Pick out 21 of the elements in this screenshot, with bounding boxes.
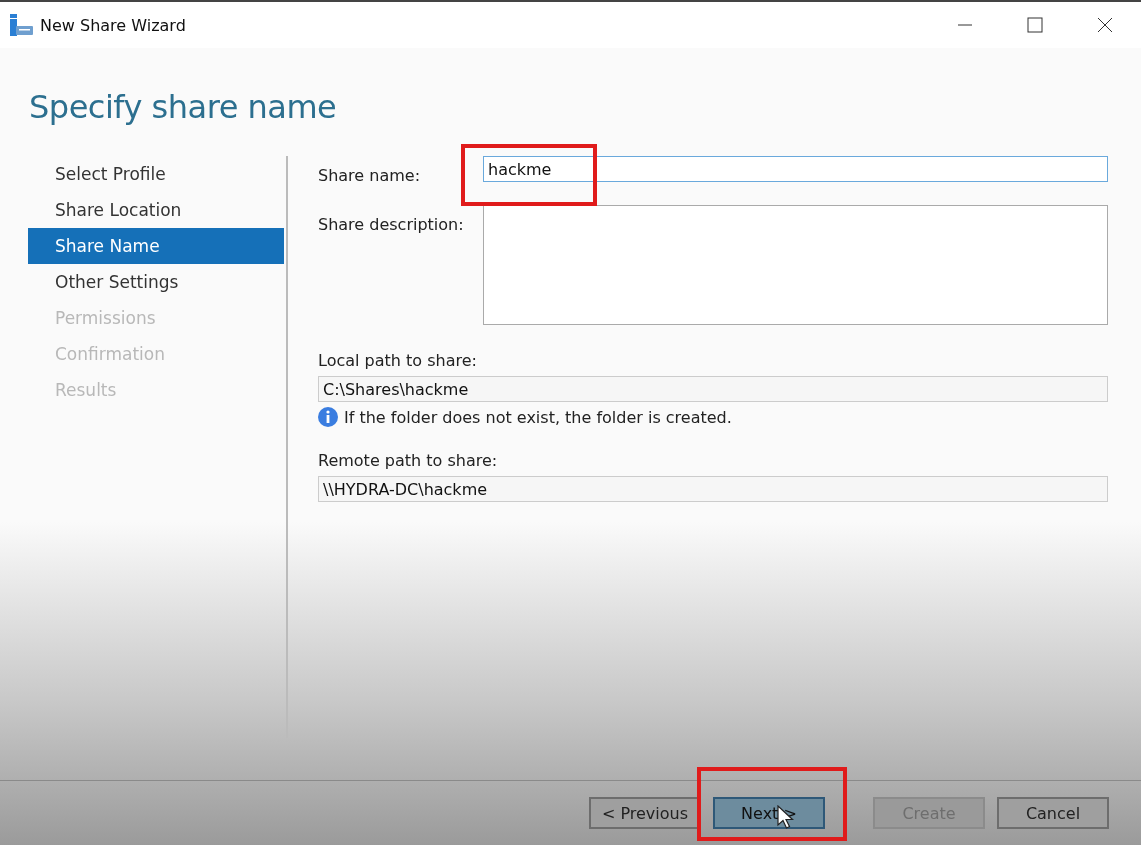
field-label: Local path to share: xyxy=(318,351,478,370)
page-heading: Specify share name xyxy=(29,88,338,126)
local-path-field[interactable]: C:\Shares\hackme xyxy=(318,376,1108,402)
info-icon xyxy=(318,407,338,427)
wizard-step[interactable]: Select Profile xyxy=(28,156,284,192)
share-name-field[interactable]: hackme xyxy=(483,156,1108,182)
wizard-step[interactable]: Share Location xyxy=(28,192,284,228)
info-text: If the folder does not exist, the folder is created. xyxy=(344,407,732,427)
wizard-step[interactable]: Other Settings xyxy=(28,264,284,300)
maximize-icon[interactable] xyxy=(1027,17,1043,33)
wizard-button[interactable]: Cancel xyxy=(997,797,1109,829)
mouse-cursor-icon xyxy=(777,805,795,831)
description-field[interactable] xyxy=(483,205,1108,325)
field-label: Share name: xyxy=(318,165,422,185)
field-label: Remote path to share: xyxy=(318,451,499,470)
share-folder-icon xyxy=(10,14,34,36)
close-icon[interactable] xyxy=(1097,17,1113,33)
wizard-step[interactable]: Share Name xyxy=(28,228,284,264)
window-title: New Share Wizard xyxy=(40,15,186,35)
field-label: Share description: xyxy=(318,214,465,236)
remote-path-field[interactable]: \\HYDRA-DC\hackme xyxy=(318,476,1108,502)
